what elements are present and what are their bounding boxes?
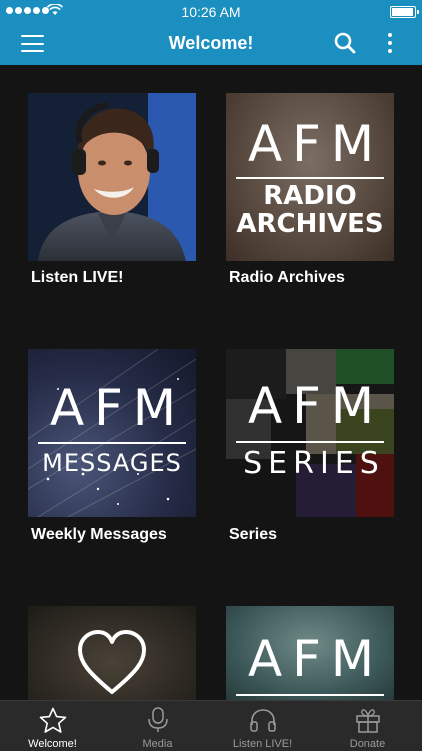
bottom-tab-bar: Welcome! Media Listen LIVE! Donate — [0, 700, 422, 751]
afm-logo-rule — [38, 442, 186, 444]
afm-teal-tile[interactable]: AFM — [226, 606, 394, 700]
archives-art-text: ARCHIVES — [236, 209, 384, 239]
page-title: Welcome! — [168, 33, 254, 53]
headphones-icon — [250, 709, 276, 732]
microphone-icon — [148, 707, 168, 732]
star-icon — [39, 707, 67, 733]
radio-art-text: RADIO — [263, 181, 357, 211]
tab-label-media: Media — [142, 738, 173, 750]
afm-logo-text: AFM — [247, 115, 385, 173]
listen-live-tile[interactable] — [28, 93, 196, 261]
series-tile[interactable]: AFM SERIES — [226, 349, 394, 517]
tab-welcome[interactable]: Welcome! — [0, 701, 105, 751]
heart-icon — [78, 630, 146, 694]
radio-archives-tile[interactable]: AFM RADIO ARCHIVES — [226, 93, 394, 261]
afm-logo-rule — [236, 441, 384, 443]
tab-listen-live[interactable]: Listen LIVE! — [210, 701, 315, 751]
tab-label-listen-live: Listen LIVE! — [232, 738, 293, 750]
weekly-messages-tile[interactable]: AFM MESSAGES — [28, 349, 196, 517]
more-options-icon[interactable] — [380, 31, 400, 55]
search-icon[interactable] — [334, 32, 356, 54]
tile-label-listen-live[interactable]: Listen LIVE! — [31, 269, 123, 287]
battery-icon — [390, 6, 419, 18]
afm-logo-rule — [236, 177, 384, 179]
afm-logo-rule — [236, 694, 384, 696]
status-time: 10:26 AM — [181, 4, 241, 20]
donate-heart-tile[interactable] — [28, 606, 196, 700]
tab-label-welcome: Welcome! — [28, 738, 77, 750]
tile-label-series[interactable]: Series — [229, 526, 277, 544]
messages-art-text: MESSAGES — [42, 449, 182, 477]
top-navigation-bar: Welcome! — [0, 22, 422, 65]
tab-media[interactable]: Media — [105, 701, 210, 751]
tab-label-donate: Donate — [349, 738, 386, 750]
afm-logo-text: AFM — [49, 379, 187, 437]
afm-logo-text: AFM — [247, 630, 385, 688]
tab-donate[interactable]: Donate — [315, 701, 420, 751]
gift-icon — [356, 709, 380, 733]
status-bar: 10:26 AM — [0, 0, 422, 22]
series-art-text: SERIES — [243, 446, 385, 481]
afm-logo-text: AFM — [247, 377, 385, 435]
tile-label-radio-archives[interactable]: Radio Archives — [229, 269, 345, 287]
tile-label-weekly-messages[interactable]: Weekly Messages — [31, 526, 167, 544]
host-photo — [28, 93, 196, 261]
